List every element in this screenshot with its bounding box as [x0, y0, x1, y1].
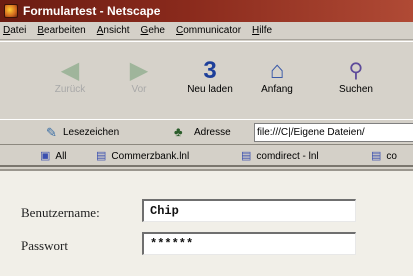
search-button-label: Suchen	[339, 84, 373, 95]
personal-item-label: comdirect - lnl	[256, 151, 319, 162]
netscape-app-icon	[4, 4, 18, 18]
personal-item-label: co	[386, 151, 397, 162]
back-button[interactable]: ◀ Zurück	[38, 57, 102, 96]
reload-icon: 3	[203, 57, 217, 84]
address-input[interactable]: file:///C|/Eigene Dateien/	[254, 123, 413, 142]
menu-file[interactable]: Datei	[3, 25, 26, 36]
home-button-label: Anfang	[261, 84, 293, 95]
home-icon: ⌂	[269, 57, 285, 84]
back-button-label: Zurück	[54, 84, 86, 95]
link-icon: ▤	[96, 150, 107, 162]
menu-bar: Datei Bearbeiten Ansicht Gehe Communicat…	[0, 22, 413, 40]
menu-go[interactable]: Gehe	[141, 25, 165, 36]
link-icon: ▤	[371, 150, 382, 162]
personal-item-label: Commerzbank.lnl	[111, 151, 190, 162]
address-label: Adresse	[194, 127, 231, 138]
search-button[interactable]: ⚲ Suchen	[324, 58, 388, 95]
forward-button-label: Vor	[131, 84, 147, 95]
personal-item-co[interactable]: ▤ co	[371, 149, 397, 162]
username-input[interactable]: Chip	[142, 199, 356, 222]
navigation-toolbar: ◀ Zurück ▶ Vor 3 Neu laden ⌂ Anfang ⚲ Su…	[0, 41, 413, 119]
personal-item-label: All	[55, 151, 67, 162]
reload-button[interactable]: 3 Neu laden	[178, 57, 242, 96]
personal-item-commerzbank[interactable]: ▤ Commerzbank.lnl	[96, 149, 189, 162]
menu-view[interactable]: Ansicht	[97, 25, 130, 36]
folder-icon: ▣	[40, 150, 51, 162]
personal-toolbar: ▣ All ▤ Commerzbank.lnl ▤ comdirect - lnl ▤…	[0, 145, 413, 167]
title-bar: Formulartest - Netscape	[0, 0, 413, 22]
menu-communicator[interactable]: Communicator	[176, 25, 241, 36]
password-input[interactable]: ******	[142, 232, 356, 255]
personal-item-comdirect[interactable]: ▤ comdirect - lnl	[241, 149, 319, 162]
location-toolbar: ✎ Lesezeichen ♣ Adresse file:///C|/Eigen…	[0, 119, 413, 145]
reload-button-label: Neu laden	[187, 84, 233, 95]
bookmarks-icon[interactable]: ✎	[46, 125, 57, 141]
menu-edit[interactable]: Bearbeiten	[37, 25, 85, 36]
search-icon: ⚲	[348, 60, 364, 82]
forward-arrow-icon: ▶	[129, 57, 149, 84]
content-divider	[0, 169, 413, 171]
window-title: Formulartest - Netscape	[23, 4, 161, 18]
link-icon: ▤	[241, 150, 252, 162]
page-content: Benutzername: Chip Passwort ******	[0, 169, 413, 276]
bookmarks-button[interactable]: Lesezeichen	[63, 127, 119, 138]
username-label: Benutzername:	[21, 205, 100, 220]
menu-help[interactable]: Hilfe	[252, 25, 272, 36]
home-button[interactable]: ⌂ Anfang	[245, 57, 309, 96]
forward-button[interactable]: ▶ Vor	[107, 57, 171, 96]
personal-item-all[interactable]: ▣ All	[40, 149, 67, 162]
back-arrow-icon: ◀	[60, 57, 80, 84]
address-icon: ♣	[174, 124, 183, 139]
password-label: Passwort	[21, 238, 68, 253]
